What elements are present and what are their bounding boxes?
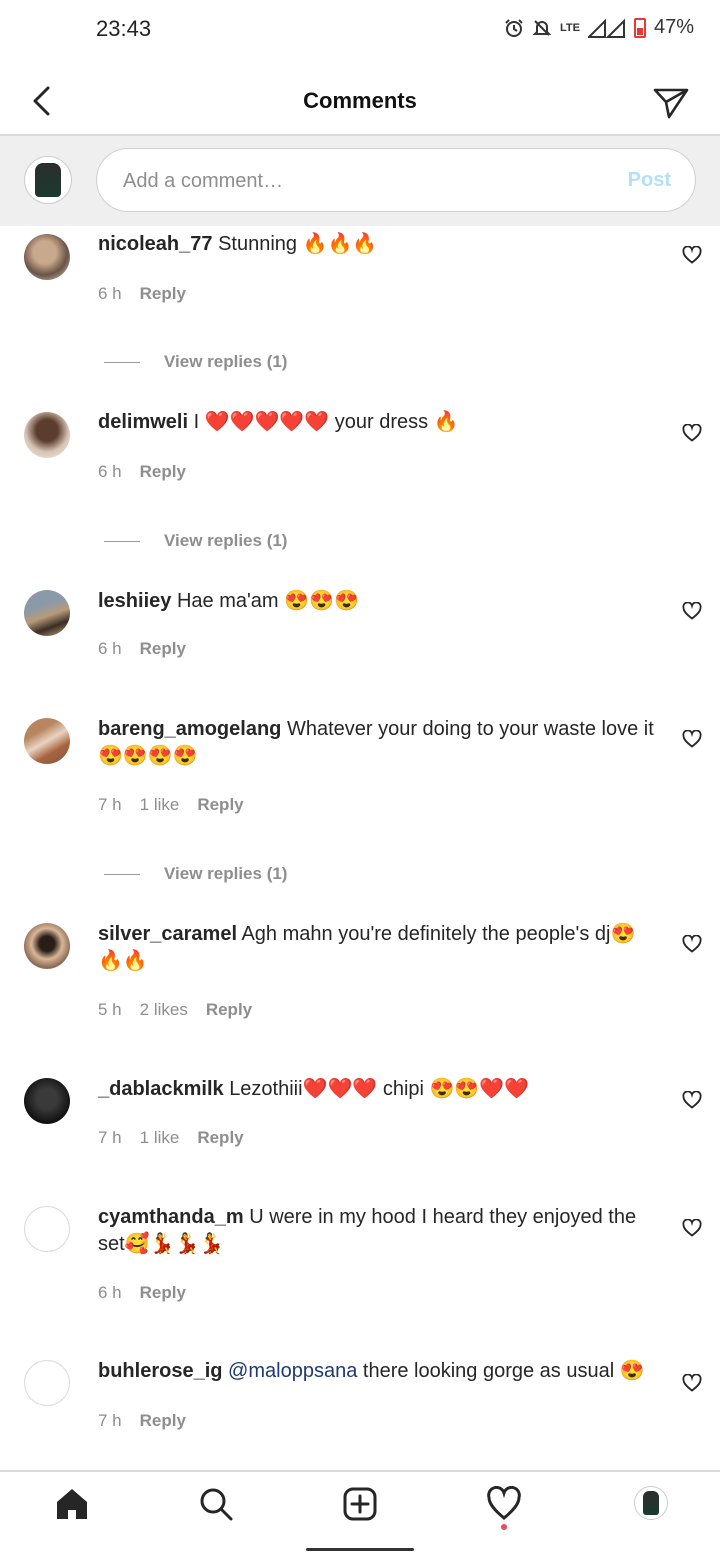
comment-input[interactable] [121, 165, 585, 197]
comment-meta: 7 h 1 like Reply [98, 795, 262, 815]
comment-body: Stunning 🔥🔥🔥 [218, 233, 378, 255]
comment-time: 5 h [98, 1000, 122, 1019]
comment-body: there looking gorge as usual 😍 [362, 1360, 645, 1382]
comment-text: leshiiey Hae ma'am 😍😍😍 [98, 588, 658, 615]
heart-outline-icon[interactable] [682, 602, 702, 620]
home-icon[interactable] [54, 1486, 90, 1522]
comment-text: silver_caramel Agh mahn you're definitel… [98, 921, 658, 975]
comment-username[interactable]: _dablackmilk [98, 1078, 224, 1100]
reply-button[interactable]: Reply [140, 462, 186, 481]
status-time: 23:43 [96, 16, 152, 41]
view-replies[interactable]: View replies (1) [104, 862, 287, 886]
avatar[interactable] [24, 412, 70, 458]
comment-time: 7 h [98, 795, 122, 814]
like-count[interactable]: 1 like [140, 795, 180, 814]
comment-body: I ❤️❤️❤️❤️❤️ your dress 🔥 [193, 411, 459, 433]
comment-meta: 7 h 1 like Reply [98, 1128, 262, 1148]
avatar[interactable] [24, 923, 70, 969]
alarm-icon [505, 18, 523, 37]
view-replies-label[interactable]: View replies (1) [164, 864, 287, 884]
avatar[interactable] [24, 1078, 70, 1124]
view-replies-label[interactable]: View replies (1) [164, 531, 287, 551]
like-count[interactable]: 2 likes [140, 1000, 188, 1019]
reply-button[interactable]: Reply [140, 1283, 186, 1302]
profile-avatar[interactable] [634, 1486, 668, 1520]
network-type: LTE [560, 21, 580, 34]
avatar[interactable] [24, 718, 70, 764]
heart-outline-icon[interactable] [682, 246, 702, 264]
comment-username[interactable]: cyamthanda_m [98, 1206, 244, 1228]
battery-level: 47% [653, 16, 694, 38]
heart-outline-icon[interactable] [682, 1374, 702, 1392]
status-icons: LTE 47% [504, 16, 694, 39]
comment-text: cyamthanda_m U were in my hood I heard t… [98, 1204, 658, 1258]
avatar[interactable] [24, 1360, 70, 1406]
comment-username[interactable]: delimweli [98, 411, 188, 433]
mute-bell-icon [532, 19, 552, 36]
view-replies[interactable]: View replies (1) [104, 350, 287, 374]
battery-icon [633, 17, 646, 38]
bottom-nav [0, 1470, 720, 1536]
heart-outline-icon[interactable] [682, 1219, 702, 1237]
heart-outline-icon[interactable] [682, 424, 702, 442]
comment-time: 7 h [98, 1411, 122, 1430]
page-title: Comments [303, 88, 417, 113]
view-replies-label[interactable]: View replies (1) [164, 352, 287, 372]
comment-meta: 7 h Reply [98, 1411, 204, 1431]
comment-username[interactable]: bareng_amogelang [98, 718, 281, 740]
like-count[interactable]: 1 like [140, 1128, 180, 1147]
comment-meta: 6 h Reply [98, 639, 204, 659]
comment-username[interactable]: nicoleah_77 [98, 233, 213, 255]
comments-header: Comments [0, 60, 720, 136]
comment-username[interactable]: buhlerose_ig [98, 1360, 222, 1382]
comment-time: 6 h [98, 1283, 122, 1302]
comment-text: _dablackmilk Lezothiii❤️❤️❤️ chipi 😍😍❤️❤… [98, 1076, 658, 1103]
reply-button[interactable]: Reply [140, 1411, 186, 1430]
reply-button[interactable]: Reply [197, 795, 243, 814]
search-icon[interactable] [198, 1486, 234, 1522]
comment-time: 6 h [98, 284, 122, 303]
reply-button[interactable]: Reply [206, 1000, 252, 1019]
mention-link[interactable]: @maloppsana [228, 1360, 357, 1382]
comment-meta: 6 h Reply [98, 462, 204, 482]
avatar[interactable] [24, 234, 70, 280]
reply-button[interactable]: Reply [197, 1128, 243, 1147]
add-post-icon[interactable] [342, 1486, 378, 1522]
view-replies[interactable]: View replies (1) [104, 529, 287, 553]
heart-outline-icon[interactable] [682, 935, 702, 953]
comment-meta: 6 h Reply [98, 1283, 204, 1303]
gesture-bar[interactable] [306, 1548, 414, 1551]
comment-username[interactable]: silver_caramel [98, 923, 237, 945]
comment-composer: Post [0, 136, 720, 226]
comment-meta: 6 h Reply [98, 284, 204, 304]
comment-text: bareng_amogelang Whatever your doing to … [98, 716, 658, 770]
comment-time: 6 h [98, 639, 122, 658]
heart-outline-icon[interactable] [682, 1091, 702, 1109]
reply-button[interactable]: Reply [140, 284, 186, 303]
comment-meta: 5 h 2 likes Reply [98, 1000, 270, 1020]
signal-icon [587, 18, 625, 38]
comment-username[interactable]: leshiiey [98, 590, 171, 612]
status-bar: 23:43 LTE 47% [0, 0, 720, 60]
avatar [24, 156, 72, 204]
paper-plane-icon[interactable] [652, 86, 690, 120]
comment-time: 6 h [98, 462, 122, 481]
avatar[interactable] [24, 590, 70, 636]
heart-outline-icon[interactable] [682, 730, 702, 748]
post-button[interactable]: Post [628, 169, 671, 192]
comment-body: Hae ma'am 😍😍😍 [176, 590, 359, 612]
avatar[interactable] [24, 1206, 70, 1252]
comment-text: nicoleah_77 Stunning 🔥🔥🔥 [98, 231, 658, 258]
notification-dot [501, 1524, 507, 1530]
comment-box[interactable]: Post [96, 148, 696, 212]
heart-icon[interactable] [486, 1486, 522, 1522]
comment-time: 7 h [98, 1128, 122, 1147]
comment-text: buhlerose_ig @maloppsana there looking g… [98, 1358, 658, 1385]
comment-text: delimweli I ❤️❤️❤️❤️❤️ your dress 🔥 [98, 409, 658, 436]
reply-button[interactable]: Reply [140, 639, 186, 658]
comment-body: Lezothiii❤️❤️❤️ chipi 😍😍❤️❤️ [229, 1078, 530, 1100]
